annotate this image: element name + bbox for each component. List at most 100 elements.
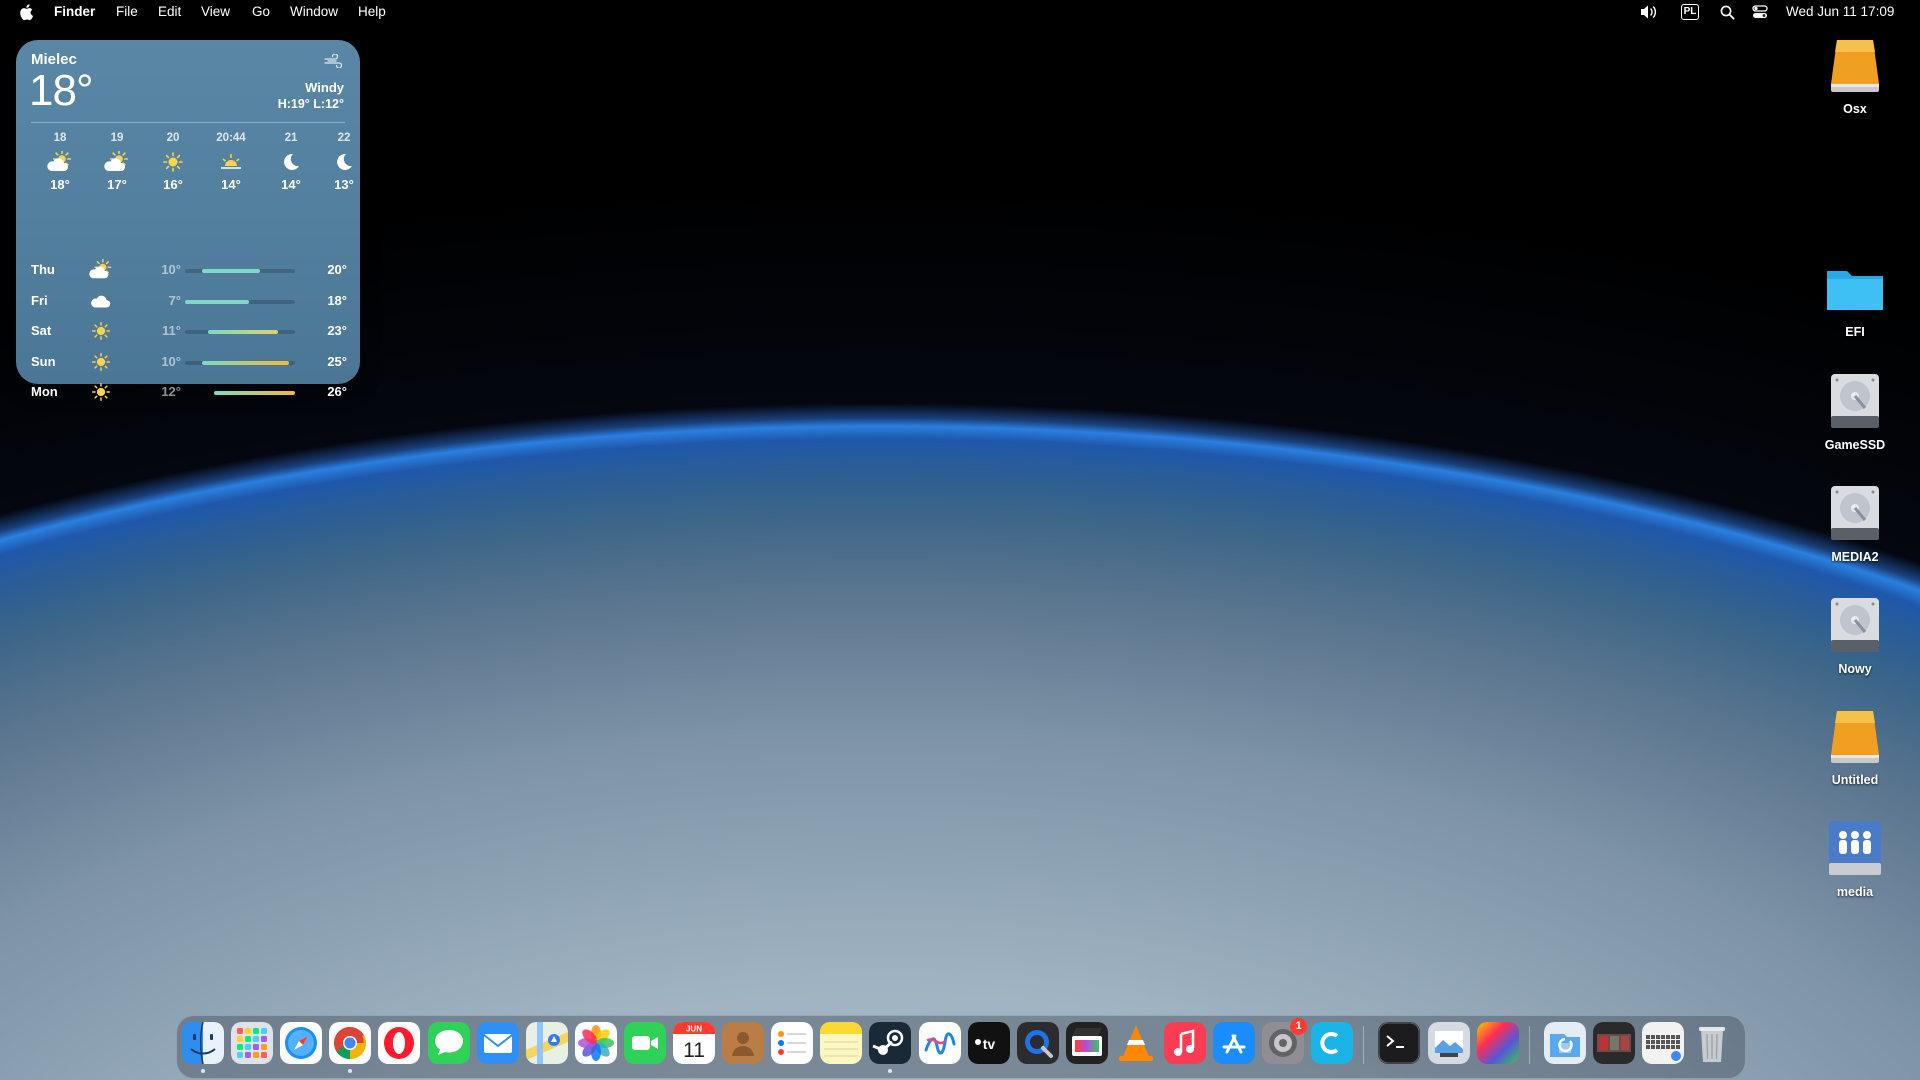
weather-condition: Windy xyxy=(305,80,344,95)
daily-day: Sat xyxy=(31,323,52,338)
dock-opera-icon[interactable] xyxy=(378,1022,421,1064)
daily-day: Thu xyxy=(31,262,55,277)
dock-quicktime-player-icon[interactable] xyxy=(1016,1022,1059,1064)
menu-bar-clock[interactable]: Wed Jun 11 17:09 xyxy=(1786,4,1894,19)
dock-color-picker-icon[interactable] xyxy=(1476,1022,1519,1064)
dock-app-store-icon[interactable] xyxy=(1213,1022,1256,1064)
temperature-range-track xyxy=(185,391,295,395)
dock-facetime-icon[interactable] xyxy=(623,1022,666,1064)
daily-low: 10° xyxy=(161,353,181,369)
hourly-item: 20:44 14° xyxy=(206,132,256,192)
dock-steam-icon[interactable] xyxy=(869,1022,912,1064)
dock-safari-icon[interactable] xyxy=(280,1022,323,1064)
hourly-time: 20:44 xyxy=(216,132,246,144)
dock-mail-icon[interactable] xyxy=(476,1022,519,1064)
dock-vlc-icon[interactable] xyxy=(1115,1022,1157,1064)
dock-finder-icon[interactable] xyxy=(182,1022,224,1064)
dock-music-icon[interactable] xyxy=(1164,1022,1206,1064)
dock-google-chrome-icon[interactable] xyxy=(329,1022,372,1064)
daily-low: 10° xyxy=(161,262,181,277)
weather-high-low: H:19° L:12° xyxy=(277,97,344,111)
temperature-range-track xyxy=(185,299,295,304)
dock-messages-icon[interactable] xyxy=(427,1022,470,1064)
hourly-time: 21 xyxy=(284,132,298,144)
sun-icon xyxy=(89,381,113,403)
dock-keyboard-icon[interactable] xyxy=(1641,1022,1684,1064)
menu-file[interactable]: File xyxy=(116,4,138,19)
temperature-range-bar xyxy=(202,360,290,365)
dock-cleaner-icon[interactable] xyxy=(1311,1022,1354,1064)
dock-preview-icon[interactable] xyxy=(1427,1022,1470,1064)
input-source-icon[interactable]: PL xyxy=(1678,3,1702,21)
desktop-icon-media2[interactable]: MEDIA2 xyxy=(1805,482,1905,564)
hourly-time: 19 xyxy=(110,132,124,144)
weather-divider xyxy=(31,122,345,123)
weather-widget[interactable]: Mielec 18° Windy H:19° L:12° 18 18° 19 17… xyxy=(16,40,360,402)
menu-finder[interactable]: Finder xyxy=(54,4,95,19)
dock-freeform-icon[interactable] xyxy=(918,1022,961,1064)
hourly-item: 21 14° xyxy=(266,132,316,192)
dock-trash-icon[interactable] xyxy=(1691,1022,1733,1064)
daily-row-sat: Sat 11° 23° xyxy=(31,319,347,343)
desktop-icon-nowy[interactable]: Nowy xyxy=(1805,594,1905,676)
daily-day: Fri xyxy=(31,292,48,308)
dock-terminal-icon[interactable] xyxy=(1378,1022,1421,1064)
orange-drive-icon xyxy=(1823,705,1887,769)
partly-sunny-icon xyxy=(89,258,113,281)
hourly-item: 20 16° xyxy=(148,132,198,192)
dock-screenshots-icon[interactable] xyxy=(1592,1022,1635,1064)
folder-icon xyxy=(1823,257,1887,321)
desktop-icon-label: MEDIA2 xyxy=(1831,550,1879,564)
daily-high: 20° xyxy=(327,262,347,277)
cloud-icon xyxy=(89,290,113,312)
hourly-temp: 13° xyxy=(334,177,354,192)
hourly-temp: 14° xyxy=(281,177,301,192)
desktop-icon-media[interactable]: media xyxy=(1805,817,1905,899)
dock-downloads-icon[interactable] xyxy=(1543,1022,1586,1064)
temperature-range-bar xyxy=(208,330,278,334)
hourly-item: 19 17° xyxy=(92,132,142,192)
temperature-range-track xyxy=(185,360,295,365)
desktop-icon-label: EFI xyxy=(1845,325,1865,339)
desktop-icon-osx[interactable]: Osx xyxy=(1805,34,1905,116)
menu-view[interactable]: View xyxy=(201,4,230,19)
daily-low: 12° xyxy=(161,384,181,399)
dock-calendar-icon[interactable]: JUN 11 xyxy=(673,1022,715,1064)
moon-icon xyxy=(278,151,304,173)
hard-drive-icon xyxy=(1823,482,1887,546)
desktop-icon-efi[interactable]: EFI xyxy=(1805,257,1905,339)
daily-low: 7° xyxy=(168,292,181,308)
menu-edit[interactable]: Edit xyxy=(158,4,181,19)
dock-notes-icon[interactable] xyxy=(820,1022,863,1064)
speaker-icon[interactable] xyxy=(1638,3,1660,21)
desktop-icon-untitled[interactable]: Untitled xyxy=(1805,705,1905,787)
control-center-icon[interactable] xyxy=(1750,3,1770,21)
temperature-range-bar xyxy=(202,269,261,273)
dock-reminders-icon[interactable] xyxy=(771,1022,814,1064)
svg-text:tv: tv xyxy=(982,1036,995,1052)
spotlight-search-icon[interactable] xyxy=(1718,3,1736,21)
apple-menu-icon[interactable] xyxy=(19,2,35,22)
desktop-icon-label: Nowy xyxy=(1838,662,1872,676)
menu-window[interactable]: Window xyxy=(290,4,338,19)
hourly-item: 22 13° xyxy=(319,132,369,192)
menu-help[interactable]: Help xyxy=(358,4,386,19)
dock-launchpad-icon[interactable] xyxy=(231,1022,274,1064)
dock-final-cut-pro-icon[interactable] xyxy=(1065,1022,1108,1064)
daily-high: 18° xyxy=(327,292,347,308)
weather-current-temp: 18° xyxy=(29,66,94,115)
menu-go[interactable]: Go xyxy=(252,4,270,19)
dock-photos-icon[interactable] xyxy=(574,1022,617,1064)
dock-contacts-icon[interactable] xyxy=(722,1022,765,1064)
temperature-range-track xyxy=(185,269,295,273)
dock-maps-icon[interactable] xyxy=(525,1022,568,1064)
sun-icon xyxy=(89,320,113,342)
dock-tv-icon[interactable]: tv xyxy=(967,1022,1010,1064)
input-source-label: PL xyxy=(1680,4,1700,20)
daily-high: 25° xyxy=(327,353,347,369)
moon-icon xyxy=(331,151,357,173)
daily-row-fri: Fri 7° 18° xyxy=(31,289,347,313)
temperature-range-bar xyxy=(185,299,249,304)
desktop-icon-gamessd[interactable]: GameSSD xyxy=(1805,370,1905,452)
dock-separator xyxy=(1528,1026,1530,1064)
